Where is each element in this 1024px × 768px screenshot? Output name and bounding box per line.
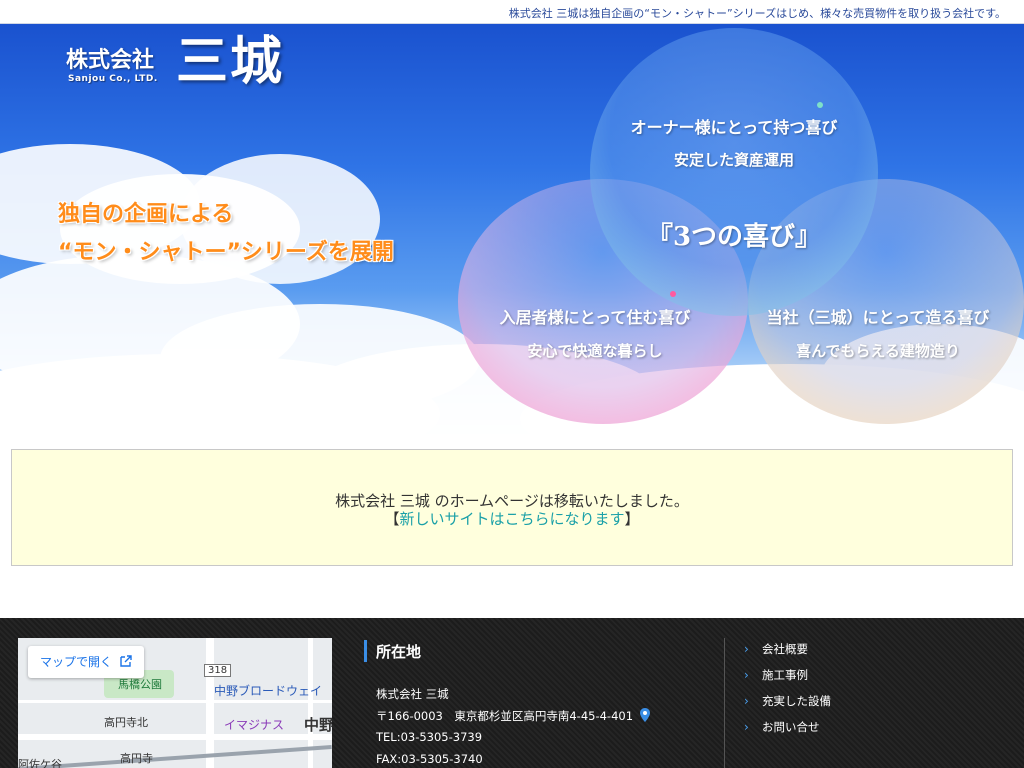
bracket-open: 【 [384,510,400,528]
relocation-notice: 株式会社 三城 のホームページは移転いたしました。 【新しいサイトはこちらになり… [11,449,1013,566]
footer-nav-works[interactable]: › 施工事例 [744,666,1004,692]
map-label-koenji-kita: 高円寺北 [104,716,148,729]
new-site-line: 【新しいサイトはこちらになります】 [12,508,1012,529]
logo-prefix: 株式会社 [66,48,155,73]
footer: 馬橋公園 中野ブロードウェイ 高円寺北 イマジナス 中野 高円寺 阿佐ケ谷 31… [0,618,1024,768]
logo-english: Sanjou Co., LTD. [68,74,158,84]
map-label-nakano: 中野 [304,716,332,734]
external-link-icon [116,655,132,669]
logo-name: 三城 [176,32,285,92]
map-route-badge: 318 [204,664,232,677]
section-accent-bar [364,640,367,662]
map-label-park: 馬橋公園 [118,678,162,691]
footer-nav-contact[interactable]: › お問い合せ [744,718,1004,744]
accent-dot [670,291,676,297]
three-joys-title: 『3つの喜び』 [646,222,822,252]
address-postal: 〒166-0003 東京都杉並区高円寺南4-45-4-401 [376,708,651,724]
tenant-joy-title: 入居者様にとって住む喜び [499,308,691,327]
map-label-imajinasu: イマジナス [224,718,285,732]
address-block: 所在地 株式会社 三城 〒166-0003 東京都杉並区高円寺南4-45-4-4… [364,638,704,768]
open-map-button[interactable]: マップで開く [28,646,144,678]
map-label-broadway: 中野ブロードウェイ [214,684,323,698]
owner-joy-subtitle: 安定した資産運用 [673,151,794,169]
map-road [18,734,332,740]
owner-joy-circle [590,28,878,316]
address-tel: TEL:03-5305-3739 [376,730,483,744]
embedded-map[interactable]: 馬橋公園 中野ブロードウェイ 高円寺北 イマジナス 中野 高円寺 阿佐ケ谷 31… [18,638,332,768]
map-label-asagaya: 阿佐ケ谷 [18,758,62,768]
chevron-right-icon: › [744,720,749,734]
top-bar: 株式会社 三城は独自企画の“モン・シャトー”シリーズはじめ、様々な売買物件を取り… [0,0,1024,24]
footer-nav-facilities[interactable]: › 充実した設備 [744,692,1004,718]
bracket-close: 】 [624,510,640,528]
map-road [18,700,332,703]
accent-dot [817,102,823,108]
map-railway [18,745,332,768]
owner-joy-title: オーナー様にとって持つ喜び [630,118,838,137]
chevron-right-icon: › [744,694,749,708]
address-company: 株式会社 三城 [376,687,449,701]
footer-nav-label: 会社概要 [762,642,808,656]
map-label-koenji: 高円寺 [120,752,153,765]
footer-nav-label: 充実した設備 [762,694,831,708]
footer-divider [724,638,725,768]
hero-banner: 株式会社 Sanjou Co., LTD. 三城 独自の企画による “モン・シャ… [0,24,1024,434]
catch-copy-line1: 独自の企画による [58,202,234,227]
company-joy-subtitle: 喜んでもらえる建物造り [796,342,960,360]
footer-nav-company[interactable]: › 会社概要 [744,640,1004,666]
address-fax: FAX:03-5305-3740 [376,752,483,766]
address-title: 所在地 [376,643,422,661]
catch-copy-line2: “モン・シャトー”シリーズを展開 [58,240,394,265]
open-map-label: マップで開く [40,655,113,669]
map-road [206,638,214,768]
map-pin-icon[interactable] [637,708,651,723]
footer-nav: › 会社概要 › 施工事例 › 充実した設備 › お問い合せ [744,640,1004,744]
chevron-right-icon: › [744,668,749,682]
chevron-right-icon: › [744,642,749,656]
company-logo[interactable]: 株式会社 Sanjou Co., LTD. 三城 [66,36,326,112]
company-joy-title: 当社（三城）にとって造る喜び [766,308,990,327]
new-site-link[interactable]: 新しいサイトはこちらになります [399,510,624,528]
tenant-joy-subtitle: 安心で快適な暮らし [527,342,663,360]
address-postal-text: 〒166-0003 東京都杉並区高円寺南4-45-4-401 [376,709,634,723]
footer-nav-label: 施工事例 [762,668,808,682]
footer-nav-label: お問い合せ [762,720,820,734]
site-tagline: 株式会社 三城は独自企画の“モン・シャトー”シリーズはじめ、様々な売買物件を取り… [508,7,1006,20]
